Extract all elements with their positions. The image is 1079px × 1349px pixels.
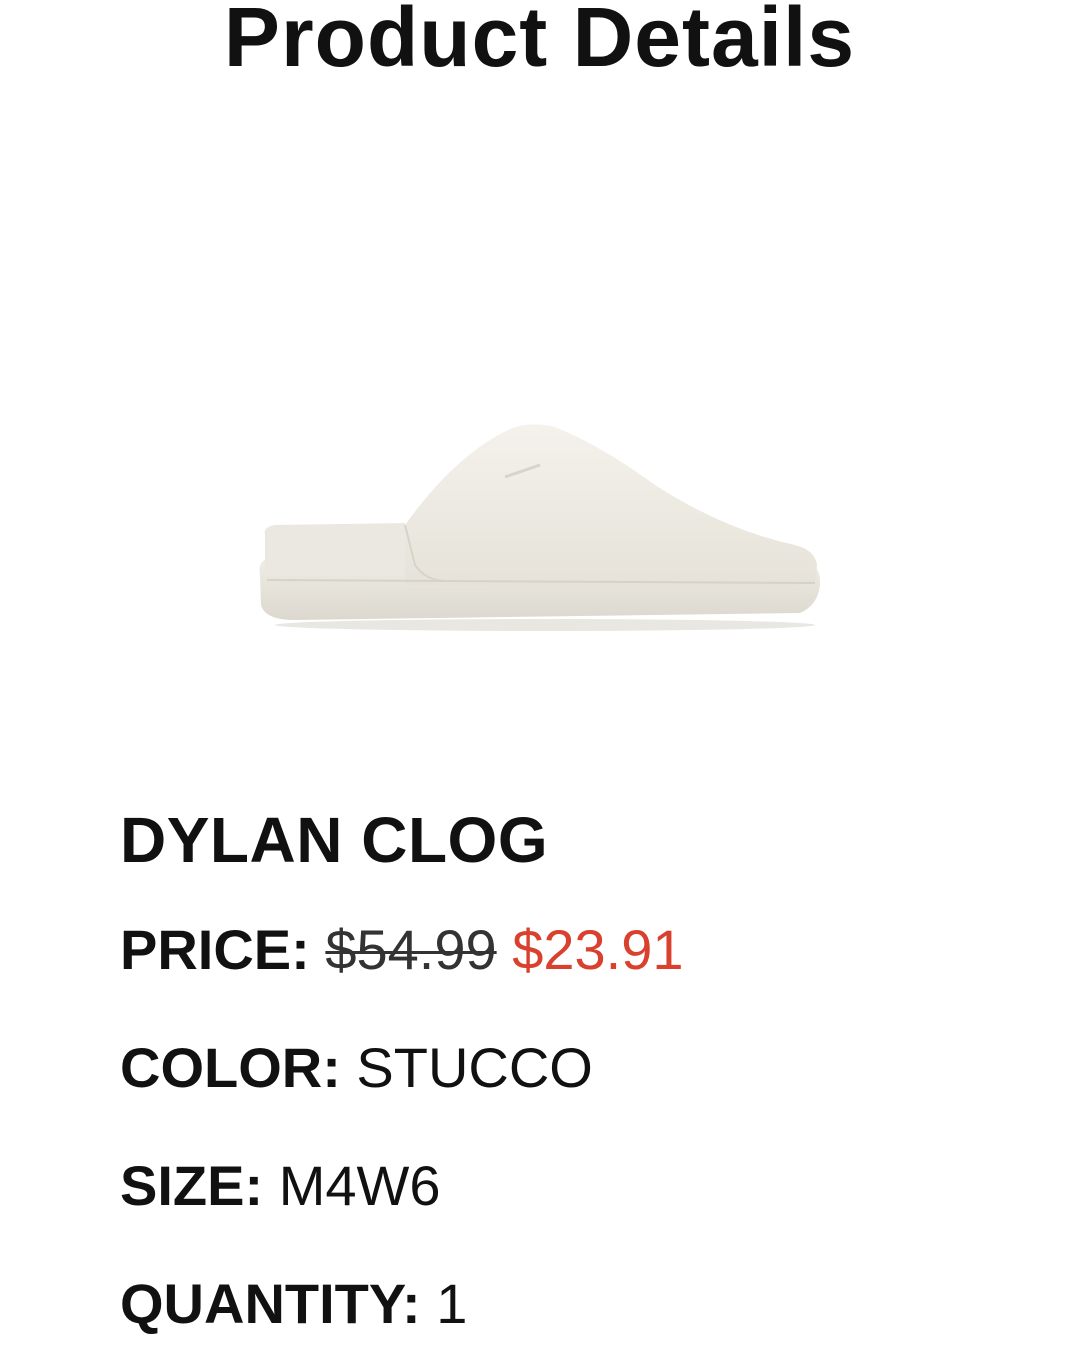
size-row: SIZE: M4W6: [120, 1154, 1020, 1218]
price-label: PRICE:: [120, 918, 310, 981]
color-row: COLOR: STUCCO: [120, 1036, 1020, 1100]
product-details-page: Product Details DYLAN CLOG PRICE: $54.99…: [0, 0, 1079, 1349]
quantity-value: 1: [436, 1272, 468, 1335]
product-name: DYLAN CLOG: [120, 804, 549, 876]
product-info: DYLAN CLOG PRICE: $54.99 $23.91 COLOR: S…: [120, 800, 1020, 1349]
original-price: $54.99: [325, 918, 497, 981]
size-label: SIZE:: [120, 1154, 264, 1217]
color-value: STUCCO: [356, 1036, 593, 1099]
page-title: Product Details: [223, 0, 856, 84]
color-label: COLOR:: [120, 1036, 341, 1099]
price-row: PRICE: $54.99 $23.91: [120, 918, 1020, 982]
quantity-label: QUANTITY:: [120, 1272, 421, 1335]
clog-shoe-image: [259, 424, 821, 631]
product-image: [255, 415, 825, 645]
quantity-row: QUANTITY: 1: [120, 1272, 1020, 1336]
sale-price: $23.91: [512, 918, 684, 981]
size-value: M4W6: [278, 1154, 441, 1217]
